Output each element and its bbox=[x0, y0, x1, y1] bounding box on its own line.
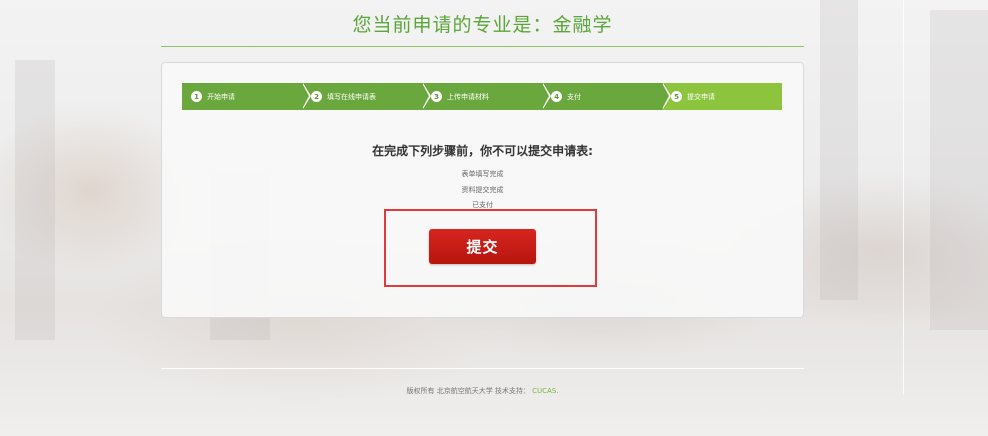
footer-cucas-link[interactable]: CUCAS. bbox=[532, 387, 558, 395]
page-edge-rule bbox=[903, 0, 904, 395]
requirement-item: 表单填写完成 bbox=[461, 170, 504, 178]
step-number-icon: 2 bbox=[311, 91, 322, 102]
bg-building bbox=[930, 10, 988, 330]
step-label: 支付 bbox=[567, 92, 581, 101]
footer-copyright: 版权所有 北京航空航天大学 技术支持： bbox=[406, 387, 530, 395]
step-5[interactable]: 5 提交申请 bbox=[662, 83, 782, 110]
step-2[interactable]: 2 填写在线申请表 bbox=[302, 83, 431, 110]
step-label: 上传申请材料 bbox=[447, 92, 489, 101]
bg-building bbox=[15, 60, 55, 340]
step-3[interactable]: 3 上传申请材料 bbox=[422, 83, 551, 110]
step-label: 开始申请 bbox=[207, 92, 235, 101]
requirements-list: 表单填写完成 资料提交完成 已支付 bbox=[161, 167, 804, 214]
notice-title: 在完成下列步骤前，你不可以提交申请表: bbox=[372, 144, 593, 158]
step-number-icon: 1 bbox=[191, 91, 202, 102]
bg-building bbox=[820, 0, 858, 300]
step-number-icon: 5 bbox=[671, 91, 682, 102]
step-number-icon: 3 bbox=[431, 91, 442, 102]
submit-button[interactable]: 提交 bbox=[429, 229, 536, 264]
progress-steps: 1 开始申请 2 填写在线申请表 3 上传申请材料 4 支付 5 提交申请 bbox=[182, 83, 782, 110]
requirement-item: 资料提交完成 bbox=[461, 185, 504, 194]
step-4[interactable]: 4 支付 bbox=[542, 83, 671, 110]
step-label: 提交申请 bbox=[687, 92, 715, 101]
footer-divider bbox=[161, 368, 804, 369]
step-label: 填写在线申请表 bbox=[327, 92, 376, 101]
title-divider bbox=[161, 46, 804, 47]
step-1[interactable]: 1 开始申请 bbox=[182, 83, 311, 110]
page-title: 您当前申请的专业是：金融学 bbox=[352, 14, 613, 36]
step-number-icon: 4 bbox=[551, 91, 562, 102]
footer: 版权所有 北京航空航天大学 技术支持： CUCAS. bbox=[161, 386, 804, 396]
